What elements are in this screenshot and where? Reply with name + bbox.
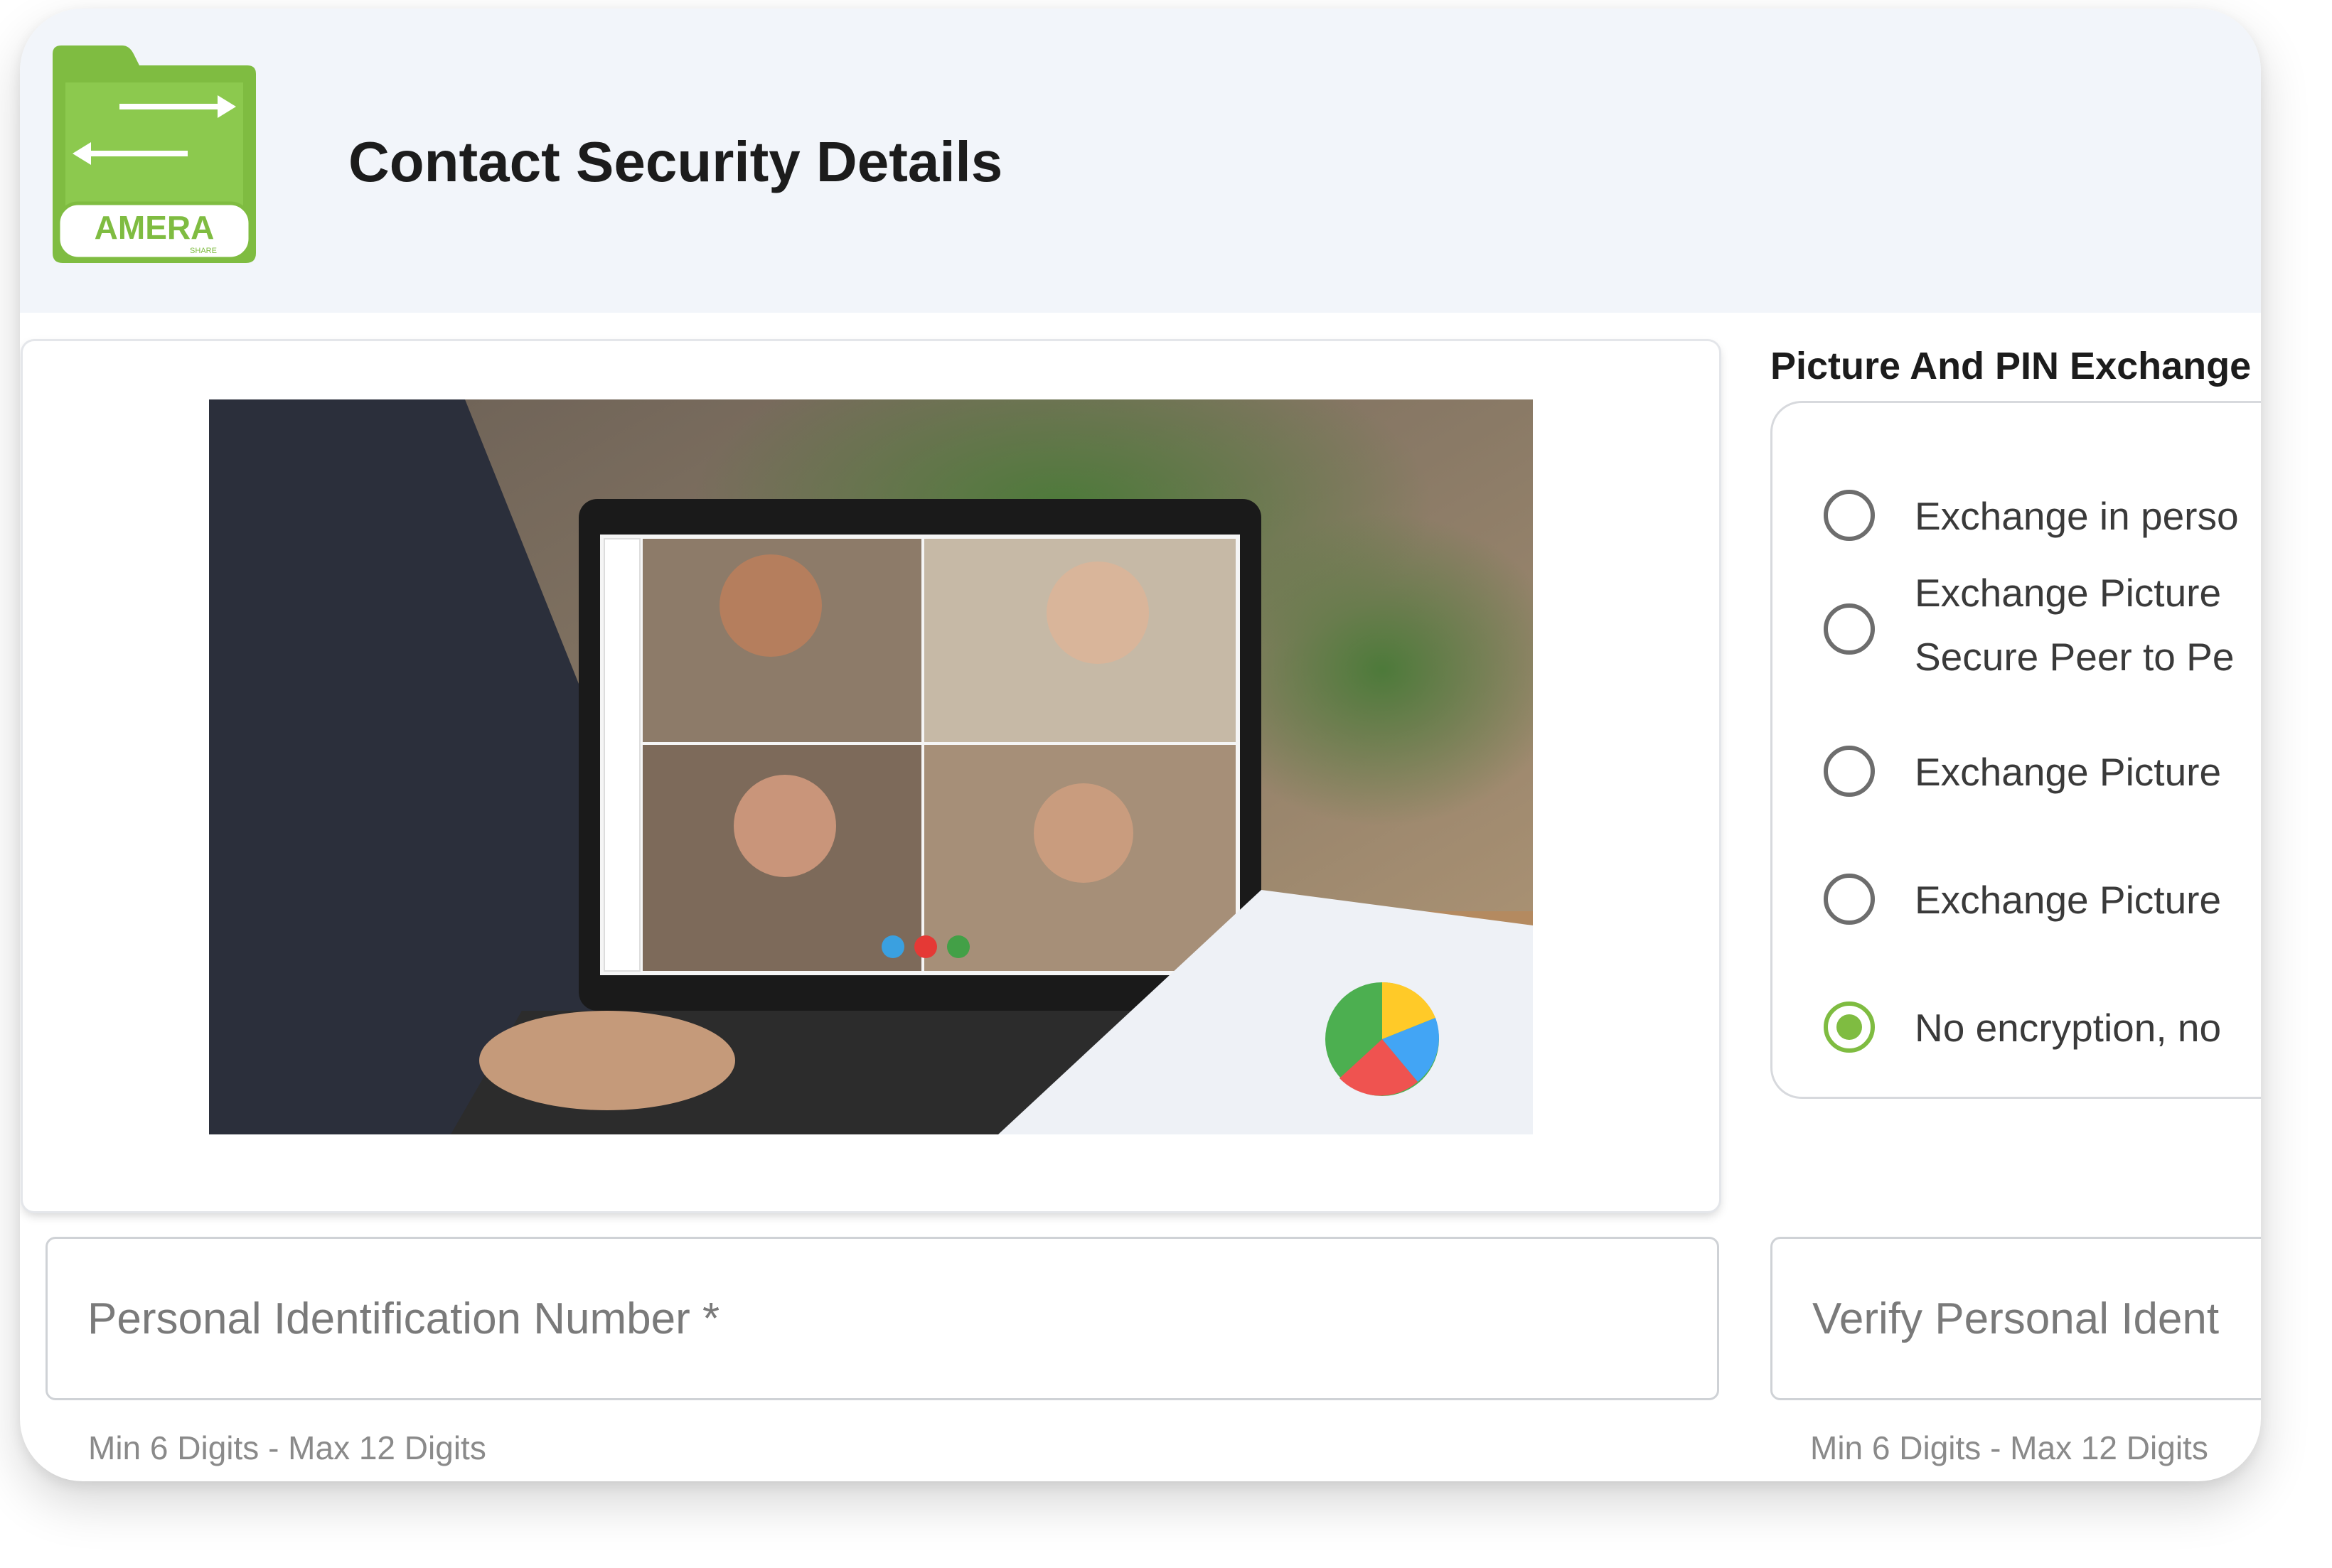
- image-card: [23, 341, 1719, 1211]
- pin-input[interactable]: [87, 1239, 1700, 1398]
- app-frame: AMERA SHARE Contact Security Details Pic…: [20, 9, 2261, 1481]
- option-label: No encryption, no: [1915, 1006, 2222, 1050]
- verify-pin-field[interactable]: [1770, 1237, 2261, 1400]
- header: AMERA SHARE Contact Security Details: [20, 9, 2261, 313]
- radio-button[interactable]: [1824, 490, 1875, 541]
- verify-pin-helper-text: Min 6 Digits - Max 12 Digits: [1810, 1429, 2208, 1466]
- radio-button[interactable]: [1824, 603, 1875, 655]
- option-label: Exchange Picture: [1915, 750, 2222, 794]
- radio-button[interactable]: [1824, 746, 1875, 797]
- pin-helper-text: Min 6 Digits - Max 12 Digits: [88, 1429, 486, 1466]
- radio-button-selected[interactable]: [1824, 1002, 1875, 1053]
- option-label-line2: Secure Peer to Pe: [1915, 635, 2235, 679]
- verify-pin-input[interactable]: [1812, 1239, 2261, 1398]
- radio-button[interactable]: [1824, 874, 1875, 925]
- pin-field[interactable]: [46, 1237, 1719, 1400]
- option-label: Exchange in perso: [1915, 494, 2239, 538]
- page-title: Contact Security Details: [348, 130, 1003, 193]
- exchange-options-card: Exchange in perso Exchange Picture Secur…: [1770, 401, 2261, 1099]
- video-call-photo: [209, 399, 1533, 1134]
- exchange-section-title: Picture And PIN Exchange: [1770, 345, 2252, 387]
- amera-share-logo: AMERA SHARE: [48, 40, 259, 267]
- option-label: Exchange Picture: [1915, 878, 2222, 922]
- option-label: Exchange Picture: [1915, 571, 2222, 615]
- logo-subtext: SHARE: [190, 247, 217, 255]
- logo-text: AMERA: [95, 209, 215, 246]
